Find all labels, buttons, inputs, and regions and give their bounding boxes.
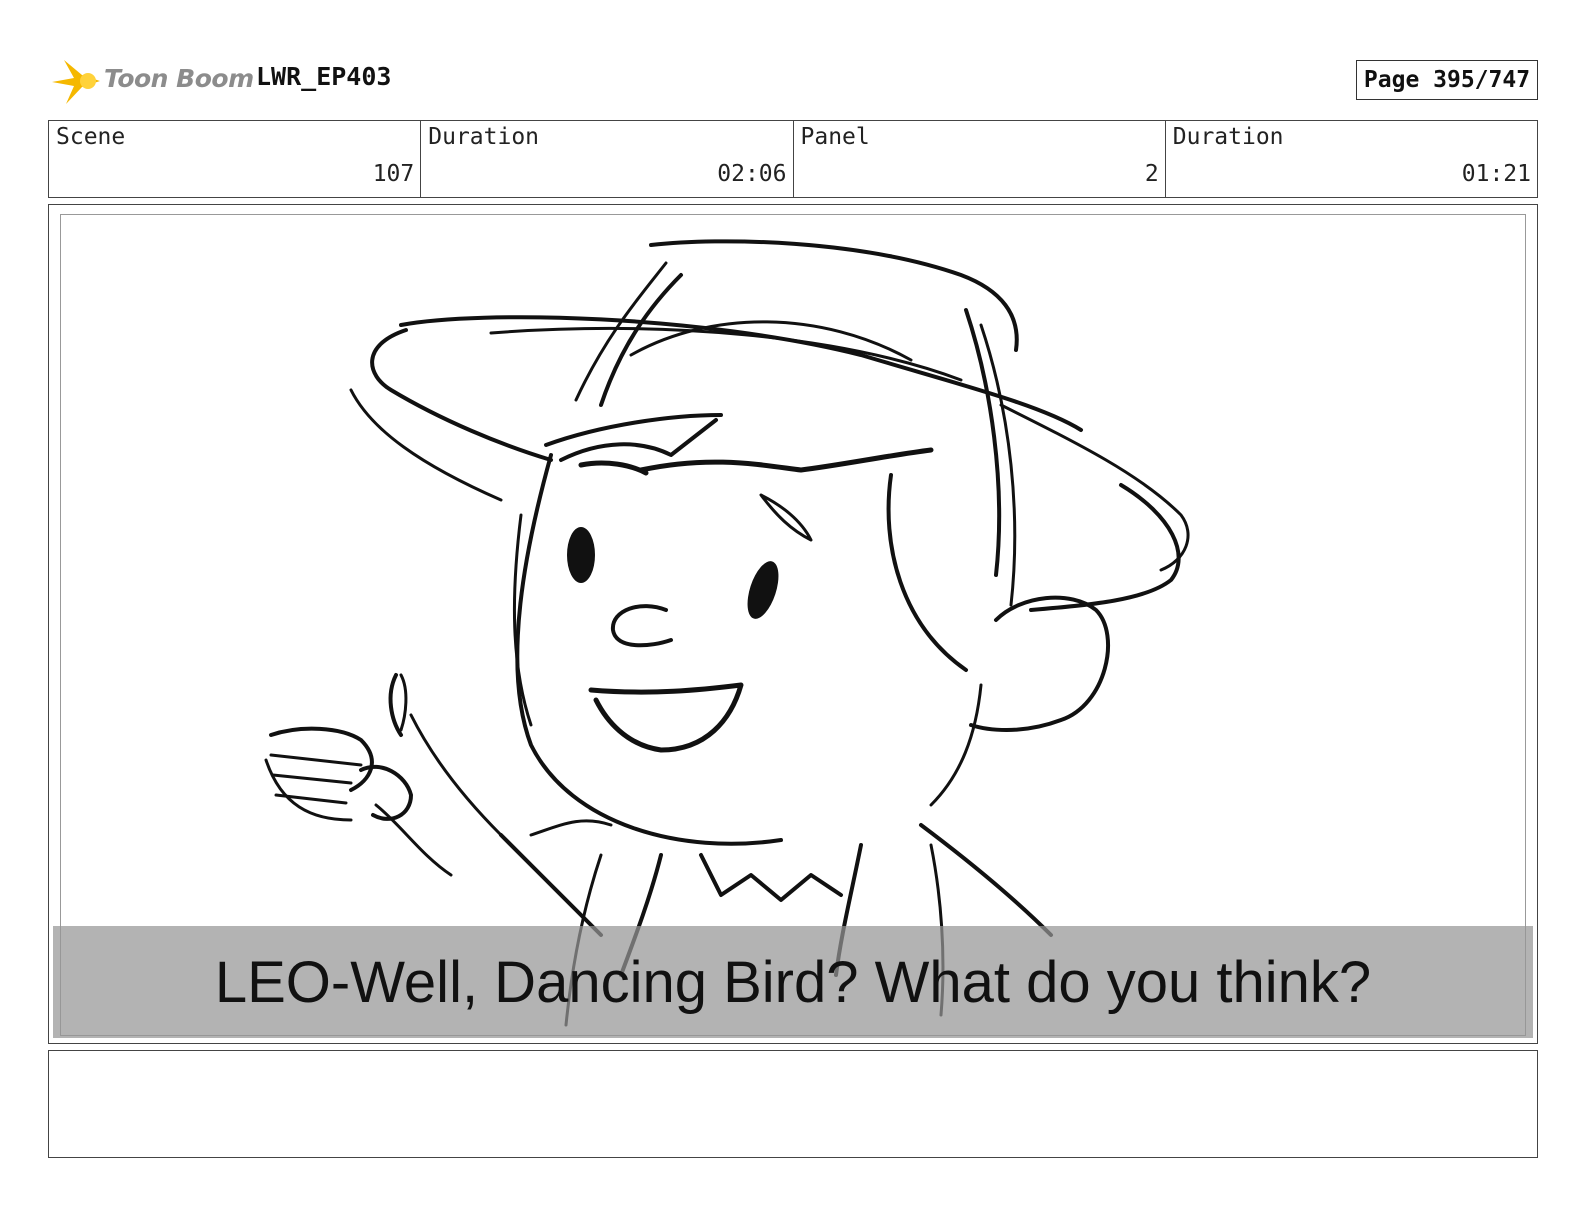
panel-frame bbox=[48, 204, 1538, 1044]
dialogue-caption-bar: LEO-Well, Dancing Bird? What do you thin… bbox=[53, 926, 1533, 1038]
scene-duration-value: 02:06 bbox=[717, 161, 787, 187]
page-indicator: Page 395/747 bbox=[1356, 60, 1538, 100]
info-row: Scene 107 Duration 02:06 Panel 2 Duratio… bbox=[48, 120, 1538, 198]
panel-duration-label: Duration bbox=[1172, 124, 1284, 150]
scene-cell: Scene 107 bbox=[49, 121, 422, 197]
project-title: LWR_EP403 bbox=[256, 62, 392, 91]
panel-cell: Panel 2 bbox=[794, 121, 1166, 197]
dialogue-caption: LEO-Well, Dancing Bird? What do you thin… bbox=[214, 949, 1372, 1015]
scene-value: 107 bbox=[372, 161, 415, 187]
logo-text: Toon Boom bbox=[104, 64, 254, 93]
toon-boom-logo: Toon Boom bbox=[52, 56, 254, 106]
toon-boom-star-logo-icon bbox=[52, 60, 100, 104]
storyboard-sketch bbox=[264, 239, 1190, 1027]
panel-value: 2 bbox=[1144, 161, 1159, 187]
scene-duration-label: Duration bbox=[428, 124, 540, 150]
panel-duration-value: 01:21 bbox=[1461, 161, 1531, 187]
scene-duration-cell: Duration 02:06 bbox=[421, 121, 794, 197]
panel-duration-cell: Duration 01:21 bbox=[1166, 121, 1537, 197]
notes-box[interactable] bbox=[48, 1050, 1538, 1158]
panel-image-area bbox=[60, 214, 1526, 1036]
panel-label: Panel bbox=[800, 124, 870, 150]
scene-label: Scene bbox=[56, 124, 126, 150]
